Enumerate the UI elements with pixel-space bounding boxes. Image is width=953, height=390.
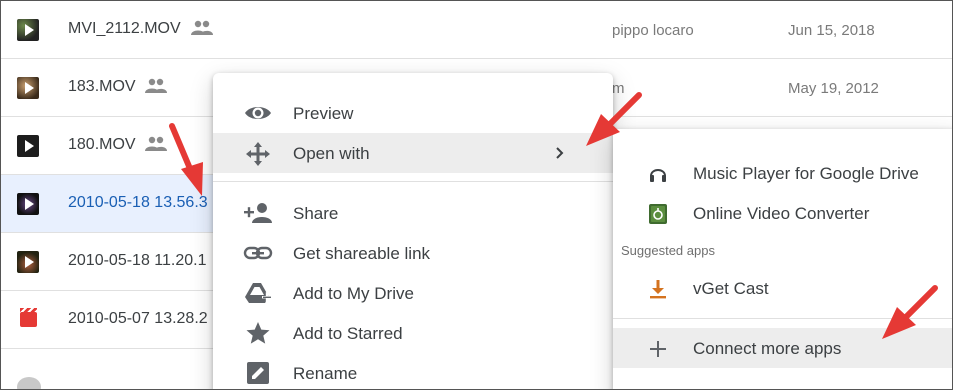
link-icon (243, 241, 273, 265)
download-icon (647, 278, 669, 300)
file-owner: m (612, 80, 625, 97)
file-name: 2010-05-07 13.28.2 (68, 310, 208, 327)
app-label: Music Player for Google Drive (693, 164, 919, 183)
shared-icon (145, 136, 167, 152)
menu-item-get-link[interactable]: Get shareable link (213, 233, 613, 273)
file-modified-date: Jun 15, 2018 (788, 22, 875, 39)
drive-file-list-window: MVI_2112.MOV pippo locaro Jun 15, 2018 1… (0, 0, 953, 390)
menu-item-add-to-my-drive[interactable]: Add to My Drive (213, 273, 613, 313)
menu-item-preview[interactable]: Preview (213, 93, 613, 133)
headphones-icon (647, 163, 669, 185)
menu-item-add-to-starred[interactable]: Add to Starred (213, 313, 613, 353)
file-name: 180.MOV (68, 136, 136, 153)
move-arrows-icon (243, 141, 273, 166)
menu-item-label: Open with (293, 144, 370, 163)
menu-item-label: Preview (293, 104, 354, 123)
file-modified-date: May 19, 2012 (788, 80, 879, 97)
clapperboard-icon (20, 308, 37, 327)
file-thumbnail-icon (17, 377, 41, 389)
menu-item-label: Get shareable link (293, 244, 431, 263)
menu-item-share[interactable]: Share (213, 193, 613, 233)
plus-icon (647, 338, 669, 360)
video-thumbnail-icon (17, 193, 39, 215)
menu-item-rename[interactable]: Rename (213, 353, 613, 389)
open-with-submenu: Music Player for Google Drive Online Vid… (613, 129, 952, 389)
file-name: 2010-05-18 13.56.3 (68, 194, 208, 211)
star-icon (243, 321, 273, 345)
video-converter-icon (647, 203, 669, 225)
app-label: Connect more apps (693, 339, 842, 358)
shared-icon (191, 20, 213, 36)
add-person-icon (243, 201, 273, 225)
connect-more-apps-item[interactable]: Connect more apps (613, 328, 952, 368)
app-label: vGet Cast (693, 279, 769, 298)
video-thumbnail-icon (17, 77, 39, 99)
file-row[interactable]: MVI_2112.MOV pippo locaro Jun 15, 2018 (1, 1, 952, 59)
menu-item-label: Rename (293, 364, 358, 383)
video-thumbnail-icon (17, 135, 39, 157)
pencil-icon (243, 361, 273, 385)
menu-item-open-with[interactable]: Open with (213, 133, 613, 173)
chevron-right-icon (554, 143, 566, 163)
video-thumbnail-icon (17, 251, 39, 273)
file-name: MVI_2112.MOV (68, 20, 181, 37)
app-item-vget-cast[interactable]: vGet Cast (613, 268, 952, 308)
file-name: 2010-05-18 11.20.1 (68, 252, 207, 269)
file-name: 183.MOV (68, 78, 136, 95)
shared-icon (145, 78, 167, 94)
video-thumbnail-icon (17, 19, 39, 41)
app-label: Online Video Converter (693, 204, 870, 223)
suggested-apps-heading: Suggested apps (621, 243, 715, 258)
menu-item-label: Add to Starred (293, 324, 403, 343)
menu-divider (213, 181, 613, 182)
app-item-video-converter[interactable]: Online Video Converter (613, 193, 952, 233)
context-menu: Preview Open with Share Get shareable li… (213, 73, 613, 389)
file-owner: pippo locaro (612, 22, 694, 39)
menu-item-label: Add to My Drive (293, 284, 414, 303)
submenu-divider (613, 318, 952, 319)
eye-icon (243, 101, 273, 125)
drive-add-icon (243, 281, 273, 305)
app-item-music-player[interactable]: Music Player for Google Drive (613, 153, 952, 193)
menu-item-label: Share (293, 204, 339, 223)
